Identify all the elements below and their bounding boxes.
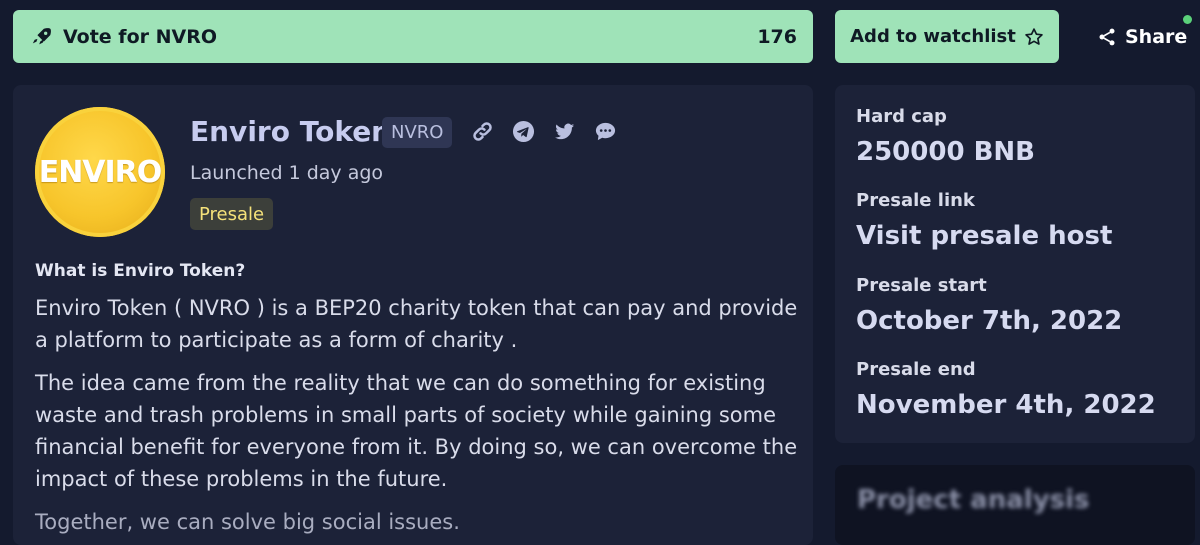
presale-start-label: Presale start — [856, 275, 987, 296]
social-links — [471, 120, 617, 143]
twitter-icon[interactable] — [553, 120, 576, 143]
token-logo-text: ENVIRO — [38, 154, 163, 190]
launch-date: Launched 1 day ago — [190, 162, 384, 184]
description-paragraph: Together, we can solve big social issues… — [35, 510, 460, 534]
add-to-watchlist-button[interactable]: Add to watchlist — [835, 10, 1059, 63]
share-icon — [1097, 27, 1117, 47]
presale-link-label: Presale link — [856, 190, 975, 211]
token-ticker: NVRO — [382, 117, 453, 148]
description-paragraph: The idea came from the reality that we c… — [35, 371, 798, 491]
vote-button[interactable]: Vote for NVRO 176 — [13, 10, 813, 63]
presale-start-value: October 7th, 2022 — [856, 306, 1123, 336]
notification-dot — [1183, 15, 1192, 24]
presale-end-value: November 4th, 2022 — [856, 390, 1156, 420]
status-badge: Presale — [190, 198, 274, 230]
project-analysis-title: Project analysis — [857, 485, 1090, 515]
star-outline-icon — [1024, 27, 1044, 47]
token-logo: ENVIRO — [35, 107, 165, 237]
presale-info-card: Hard cap 250000 BNB Presale link Visit p… — [835, 85, 1195, 443]
share-label: Share — [1125, 25, 1188, 48]
project-analysis-card[interactable]: Project analysis — [835, 465, 1195, 545]
hard-cap-label: Hard cap — [856, 106, 947, 127]
watchlist-label: Add to watchlist — [850, 26, 1016, 47]
chat-icon[interactable] — [594, 120, 617, 143]
rocket-icon — [31, 26, 53, 48]
presale-end-label: Presale end — [856, 359, 976, 380]
description-title: What is Enviro Token? — [35, 261, 246, 281]
description-paragraph: Enviro Token ( NVRO ) is a BEP20 charity… — [35, 296, 798, 352]
token-details-card: ENVIRO Enviro Token NVRO Launched 1 day … — [13, 85, 813, 545]
presale-link[interactable]: Visit presale host — [856, 221, 1112, 251]
link-icon[interactable] — [471, 120, 494, 143]
telegram-icon[interactable] — [512, 120, 535, 143]
vote-count: 176 — [757, 25, 797, 48]
share-button[interactable]: Share — [1085, 10, 1195, 63]
vote-label: Vote for NVRO — [63, 25, 217, 48]
token-name: Enviro Token — [190, 115, 392, 148]
hard-cap-value: 250000 BNB — [856, 137, 1035, 167]
